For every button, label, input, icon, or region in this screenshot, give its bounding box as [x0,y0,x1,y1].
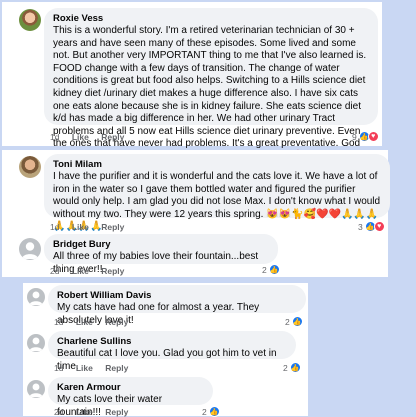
comment-bubble: Charlene Sullins Beautiful cat I love yo… [48,331,296,372]
comment-bubble: Roxie Vess This is a wonderful story. I'… [44,8,378,162]
reaction-count: 2 [283,362,288,373]
comment-bubble: Toni Milam I have the purifier and it is… [44,154,390,232]
reply-button[interactable]: Reply [101,132,124,142]
like-reaction-icon: 👍 [291,316,303,327]
reply-button[interactable]: Reply [105,407,128,417]
like-reaction-icon: 👍 [208,406,220,417]
comment-time[interactable]: 1d [54,363,63,373]
reply-button[interactable]: Reply [101,222,124,232]
avatar[interactable] [19,238,41,260]
comment-time[interactable]: 2d [54,407,63,417]
avatar[interactable] [27,380,45,398]
reply-button[interactable]: Reply [101,266,124,276]
comment-card: Roxie Vess This is a wonderful story. I'… [2,2,382,162]
comment-bubble: Robert William Davis My cats have had on… [48,285,306,326]
comment-author[interactable]: Karen Armour [57,382,204,394]
default-avatar-icon [29,383,43,398]
comment-author[interactable]: Toni Milam [53,159,381,171]
comment-author[interactable]: Bridget Bury [53,239,269,251]
default-avatar-icon [29,337,43,352]
avatar[interactable] [19,9,41,31]
comment-time[interactable]: 1d [50,222,59,232]
comment-actions: 1d Like Reply [54,317,138,327]
like-reaction-icon: 👍 [268,264,280,275]
reply-button[interactable]: Reply [105,363,128,373]
reply-button[interactable]: Reply [105,317,128,327]
reaction-summary[interactable]: 3 👍 ♥ [358,221,385,232]
reaction-count: 3 [358,221,363,232]
reaction-summary[interactable]: 2 👍 [285,316,303,327]
like-button[interactable]: Like [72,132,89,142]
comment-time[interactable]: 1d [54,317,63,327]
comment-actions: 2d Like Reply [50,266,134,276]
comment-bubble: Karen Armour My cats love their water fo… [48,377,213,417]
reaction-summary[interactable]: 2 👍 [283,362,301,373]
avatar[interactable] [19,156,41,178]
comment-card: Robert William Davis My cats have had on… [23,283,308,417]
reaction-summary[interactable]: 2 👍 [262,264,280,275]
like-reaction-icon: 👍 [289,362,301,373]
comment-time[interactable]: 1d [50,132,59,142]
reaction-summary[interactable]: 9 👍 ♥ [352,131,379,142]
comment-actions: 1d Like Reply [50,132,134,142]
default-avatar-icon [29,291,43,306]
reaction-summary[interactable]: 2 👍 [202,406,220,417]
reaction-count: 2 [285,316,290,327]
like-button[interactable]: Like [76,363,93,373]
reaction-count: 2 [202,406,207,417]
comment-author[interactable]: Robert William Davis [57,290,297,302]
like-button[interactable]: Like [76,407,93,417]
comment-text: This is a wonderful story. I'm a retired… [53,25,367,162]
default-avatar-icon [22,242,38,259]
like-button[interactable]: Like [76,317,93,327]
comment-bubble: Bridget Bury All three of my babies love… [44,234,278,275]
comment-time[interactable]: 2d [50,266,59,276]
comment-card: Toni Milam I have the purifier and it is… [2,150,390,277]
comment-actions: 2d Like Reply [54,407,138,417]
reaction-count: 2 [262,264,267,275]
like-button[interactable]: Like [72,222,89,232]
avatar[interactable] [27,334,45,352]
comment-actions: 1d Like Reply [54,363,138,373]
like-button[interactable]: Like [72,266,89,276]
comment-author[interactable]: Charlene Sullins [57,336,287,348]
comment-actions: 1d Like Reply [50,222,134,232]
comment-author[interactable]: Roxie Vess [53,13,369,25]
heart-reaction-icon: ♥ [373,221,385,232]
avatar[interactable] [27,288,45,306]
reaction-count: 9 [352,131,357,142]
heart-reaction-icon: ♥ [367,131,379,142]
